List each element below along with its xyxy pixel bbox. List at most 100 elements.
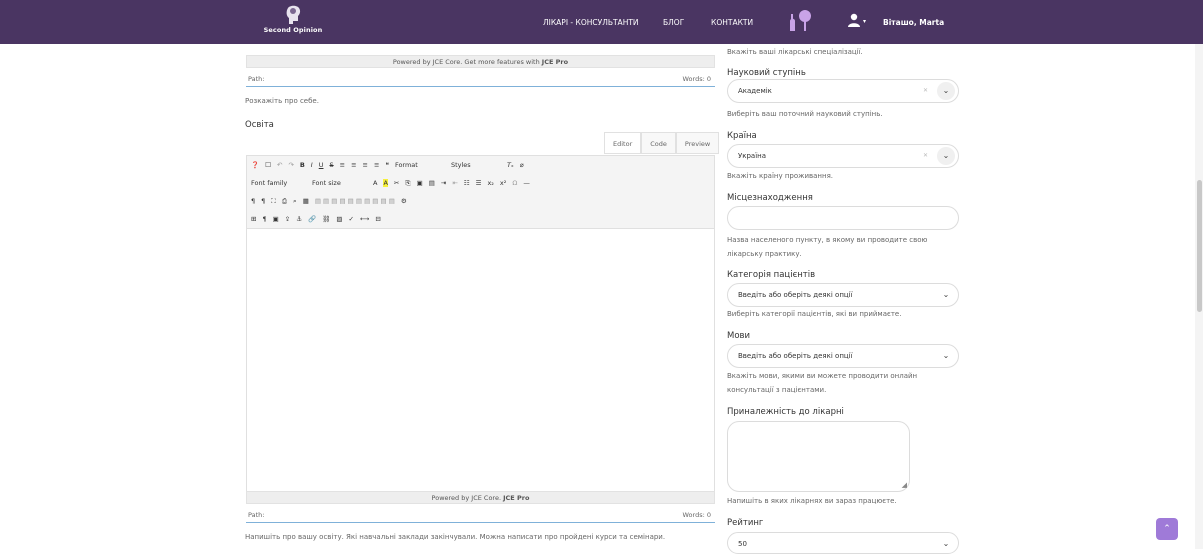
lollipop-icon[interactable] — [787, 9, 812, 33]
jce-pro-link-2[interactable]: JCE Pro — [503, 494, 529, 502]
rating-select[interactable]: 50 ⌄ — [727, 532, 959, 554]
remove-link-icon[interactable]: ⌀ — [520, 161, 524, 169]
scrollbar-thumb[interactable] — [1197, 180, 1202, 312]
spellcheck-icon[interactable]: ✓ — [349, 215, 354, 223]
word-count: Words: 0 — [682, 75, 712, 83]
align-center-icon[interactable]: ≡ — [351, 161, 356, 169]
rating-value: 50 — [738, 540, 747, 548]
align-right-icon[interactable]: ≡ — [363, 161, 368, 169]
tab-preview[interactable]: Preview — [675, 132, 720, 154]
editor-pathbar-2: Path: Words: 0 — [246, 509, 715, 523]
nav-contacts-label: КОНТАКТИ — [711, 17, 754, 27]
jce-pro-link[interactable]: JCE Pro — [542, 58, 568, 66]
degree-value: Академік — [738, 87, 772, 95]
resize-handle-icon[interactable]: ◢ — [902, 481, 907, 489]
template-icon[interactable]: ▣ — [273, 215, 279, 223]
print-icon[interactable]: ⎙ — [282, 197, 287, 206]
nonbreaking-icon[interactable]: ⟷ — [360, 215, 369, 223]
horizontal-rule-icon[interactable]: — — [523, 179, 530, 187]
visual-aid-icon[interactable]: ⊞ — [251, 215, 256, 223]
location-help-2: лікарську практику. — [727, 250, 802, 258]
image-icon[interactable]: ▨ — [336, 215, 342, 223]
country-help: Вкажіть країну проживання. — [727, 172, 834, 180]
logo-text: Second Opinion — [263, 26, 323, 34]
back-to-top-button[interactable]: ⌃ — [1156, 518, 1178, 540]
outdent-icon[interactable]: ⇤ — [452, 179, 457, 187]
help-icon[interactable]: ❓ — [251, 161, 259, 169]
align-justify-icon[interactable]: ≡ — [374, 161, 379, 169]
chevron-down-icon[interactable]: ⌄ — [937, 82, 955, 100]
country-label: Країна — [727, 131, 757, 141]
paste-text-icon[interactable]: ▤ — [429, 179, 435, 187]
underline-icon[interactable]: U — [319, 161, 324, 169]
location-input[interactable] — [727, 206, 959, 230]
site-logo[interactable]: Second Opinion — [253, 4, 333, 40]
user-icon[interactable] — [847, 13, 861, 27]
tab-code[interactable]: Code — [641, 132, 676, 154]
redo-icon[interactable]: ↷ — [288, 161, 293, 169]
indent-icon[interactable]: ⇥ — [441, 179, 446, 187]
font-color-icon[interactable]: A — [373, 179, 377, 187]
highlight-icon[interactable]: A — [383, 179, 388, 187]
show-blocks-icon[interactable]: ¶ — [262, 215, 266, 223]
font-size-select[interactable]: Font size — [312, 179, 367, 187]
brain-head-icon — [286, 5, 301, 24]
user-name[interactable]: Віташо, Marta — [883, 18, 944, 27]
chevron-down-icon[interactable]: ⌄ — [937, 347, 955, 365]
nav-blog[interactable]: БЛОГ — [663, 0, 684, 44]
font-family-select[interactable]: Font family — [251, 179, 306, 187]
align-left-icon[interactable]: ≡ — [340, 161, 345, 169]
bullet-list-icon[interactable]: ☰ — [476, 179, 482, 187]
strikethrough-icon[interactable]: S — [329, 161, 333, 169]
table-icon[interactable]: ▦ — [303, 197, 309, 205]
education-editor-body[interactable] — [246, 229, 715, 491]
undo-icon[interactable]: ↶ — [277, 161, 282, 169]
hospital-textarea[interactable]: ◢ — [727, 421, 910, 492]
format-select[interactable]: Format — [395, 161, 445, 169]
settings-icon[interactable]: ⚙ — [401, 197, 407, 205]
clear-icon[interactable]: ✕ — [923, 152, 928, 159]
styles-select[interactable]: Styles — [451, 161, 501, 169]
unlink-icon[interactable]: ⛓ — [322, 215, 330, 223]
special-chars-icon[interactable]: Ω — [512, 179, 517, 187]
table-row-icon[interactable]: ▤ ▤ ▤ ▤ ▤ ▤ ▤ ▤ ▤ ▤ — [315, 197, 395, 205]
numbered-list-icon[interactable]: ☷ — [464, 179, 470, 187]
fullscreen-icon[interactable]: ⛶ — [271, 197, 276, 206]
paste-icon[interactable]: ▣ — [417, 179, 423, 187]
copy-icon[interactable]: ⎘ — [405, 179, 410, 188]
powered-by-text: Powered by JCE Core. Get more features w… — [392, 58, 540, 66]
patients-placeholder: Введіть або оберіть деякі опції — [738, 291, 853, 299]
new-document-icon[interactable]: ☐ — [265, 161, 271, 169]
languages-select[interactable]: Введіть або оберіть деякі опції ⌄ — [727, 344, 959, 368]
italic-icon[interactable]: I — [311, 161, 313, 169]
languages-placeholder: Введіть або оберіть деякі опції — [738, 352, 853, 360]
chevron-down-icon[interactable]: ⌄ — [937, 535, 955, 553]
bold-icon[interactable]: B — [300, 161, 305, 169]
nav-contacts[interactable]: КОНТАКТИ — [711, 0, 753, 44]
chevron-down-icon[interactable]: ▾ — [863, 18, 866, 25]
nav-doctors[interactable]: ЛІКАРІ - КОНСУЛЬТАНТИ — [543, 0, 639, 44]
about-help-text: Розкажіть про себе. — [245, 97, 319, 105]
rtl-icon[interactable]: ¶ — [261, 197, 265, 205]
patients-select[interactable]: Введіть або оберіть деякі опції ⌄ — [727, 283, 959, 307]
search-icon[interactable]: ⌕ — [293, 197, 297, 206]
blockquote-icon[interactable]: ❝ — [385, 161, 389, 169]
clear-icon[interactable]: ✕ — [923, 87, 928, 94]
chevron-down-icon[interactable]: ⌄ — [937, 286, 955, 304]
country-select[interactable]: Україна ✕ ⌄ — [727, 144, 959, 168]
degree-select[interactable]: Академік ✕ ⌄ — [727, 79, 959, 103]
ltr-icon[interactable]: ¶ — [251, 197, 255, 205]
tab-editor[interactable]: Editor — [604, 132, 642, 154]
toolbar-row-3: ¶ ¶ ⛶ ⎙ ⌕ ▦ ▤ ▤ ▤ ▤ ▤ ▤ ▤ ▤ ▤ ▤ ⚙ — [251, 193, 413, 209]
languages-label: Мови — [727, 331, 751, 341]
article-break-icon[interactable]: ⊟ — [375, 215, 380, 223]
link-icon[interactable]: 🔗 — [308, 215, 316, 223]
patients-help: Виберіть категорії пацієнтів, які ви при… — [727, 310, 902, 318]
upload-icon[interactable]: ⇪ — [285, 215, 290, 223]
anchor-icon[interactable]: ⚓ — [296, 215, 302, 223]
clear-format-icon[interactable]: Tₓ — [507, 161, 514, 169]
chevron-down-icon[interactable]: ⌄ — [937, 147, 955, 165]
cut-icon[interactable]: ✂ — [394, 179, 399, 187]
superscript-icon[interactable]: x² — [500, 179, 506, 187]
subscript-icon[interactable]: x₂ — [487, 179, 493, 187]
